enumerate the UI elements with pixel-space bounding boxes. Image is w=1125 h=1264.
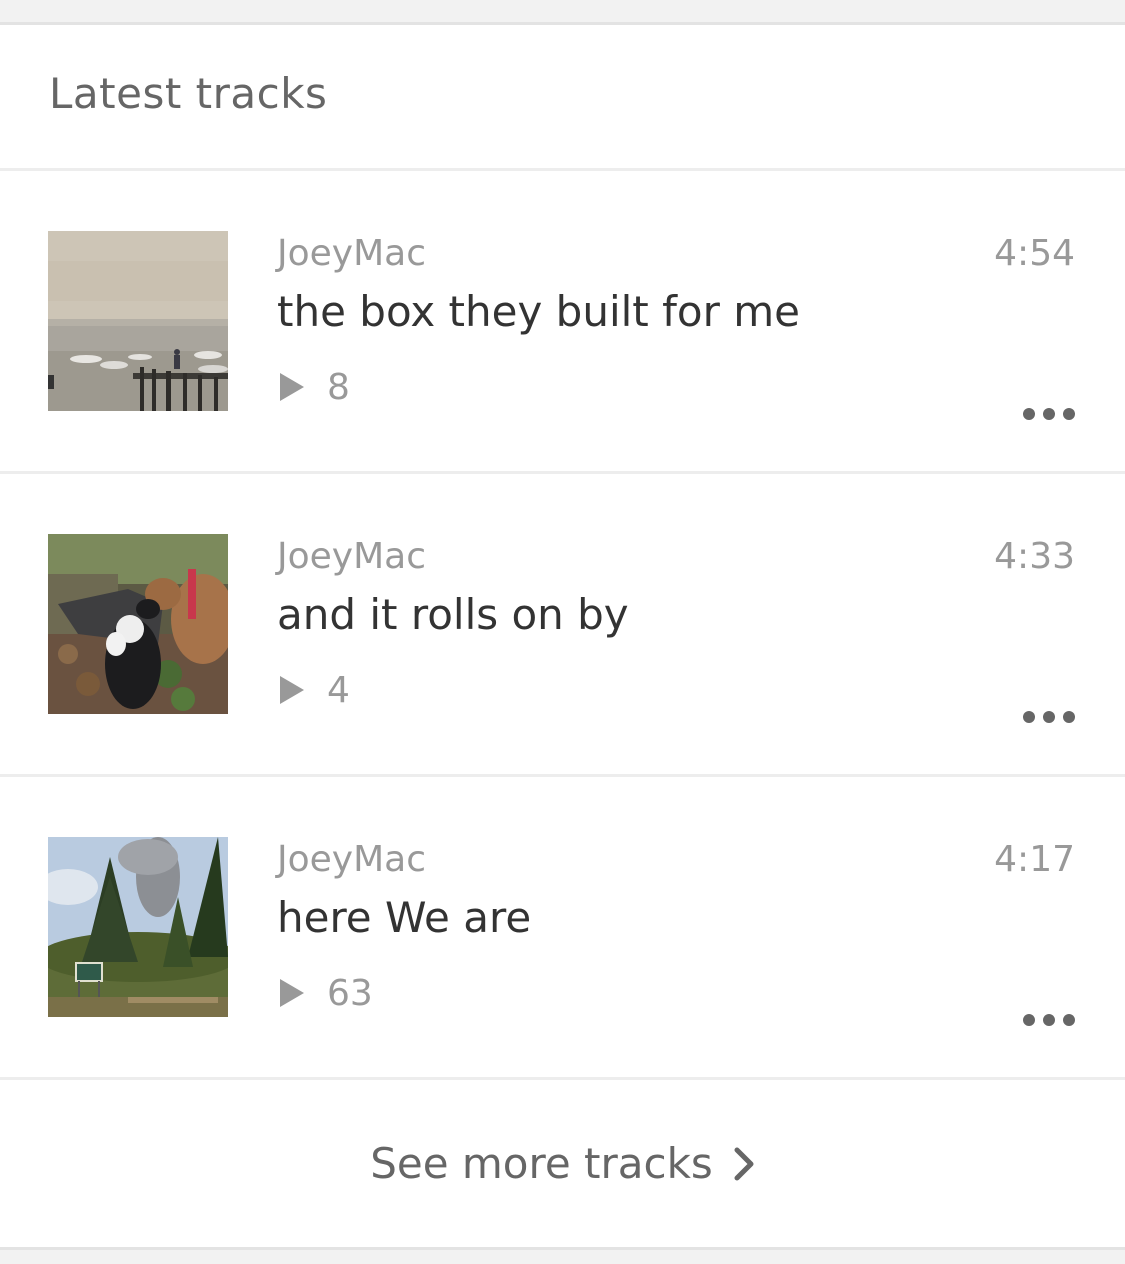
track-duration: 4:33 (994, 536, 1075, 577)
track-title[interactable]: here We are (277, 893, 531, 942)
bottom-spacer (0, 1247, 1125, 1264)
track-artist[interactable]: JoeyMac (277, 536, 426, 577)
track-title[interactable]: and it rolls on by (277, 590, 629, 639)
play-count-value: 4 (327, 669, 350, 711)
latest-tracks-card: Latest tracks JoeyMac 4:54 the box they … (0, 25, 1125, 1247)
see-more-tracks-link[interactable]: See more tracks (0, 1080, 1125, 1247)
track-row[interactable]: JoeyMac 4:54 the box they built for me 8 (0, 171, 1125, 474)
chevron-right-icon (734, 1147, 754, 1180)
play-icon (280, 676, 304, 704)
see-more-label: See more tracks (370, 1139, 713, 1188)
section-title: Latest tracks (49, 69, 328, 118)
play-count: 4 (280, 669, 350, 711)
play-count: 63 (280, 972, 373, 1014)
track-title[interactable]: the box they built for me (277, 287, 800, 336)
top-spacer (0, 0, 1125, 25)
more-options-icon[interactable] (1023, 407, 1075, 421)
more-options-icon[interactable] (1023, 710, 1075, 724)
section-header: Latest tracks (0, 25, 1125, 171)
play-count: 8 (280, 366, 350, 408)
track-artwork[interactable] (48, 837, 228, 1017)
track-artwork[interactable] (48, 534, 228, 714)
track-duration: 4:54 (994, 233, 1075, 274)
more-options-icon[interactable] (1023, 1013, 1075, 1027)
track-artist[interactable]: JoeyMac (277, 233, 426, 274)
play-count-value: 8 (327, 366, 350, 408)
play-icon (280, 979, 304, 1007)
track-duration: 4:17 (994, 839, 1075, 880)
play-icon (280, 373, 304, 401)
track-artwork[interactable] (48, 231, 228, 411)
play-count-value: 63 (327, 972, 373, 1014)
track-artist[interactable]: JoeyMac (277, 839, 426, 880)
track-row[interactable]: JoeyMac 4:17 here We are 63 (0, 777, 1125, 1080)
track-row[interactable]: JoeyMac 4:33 and it rolls on by 4 (0, 474, 1125, 777)
